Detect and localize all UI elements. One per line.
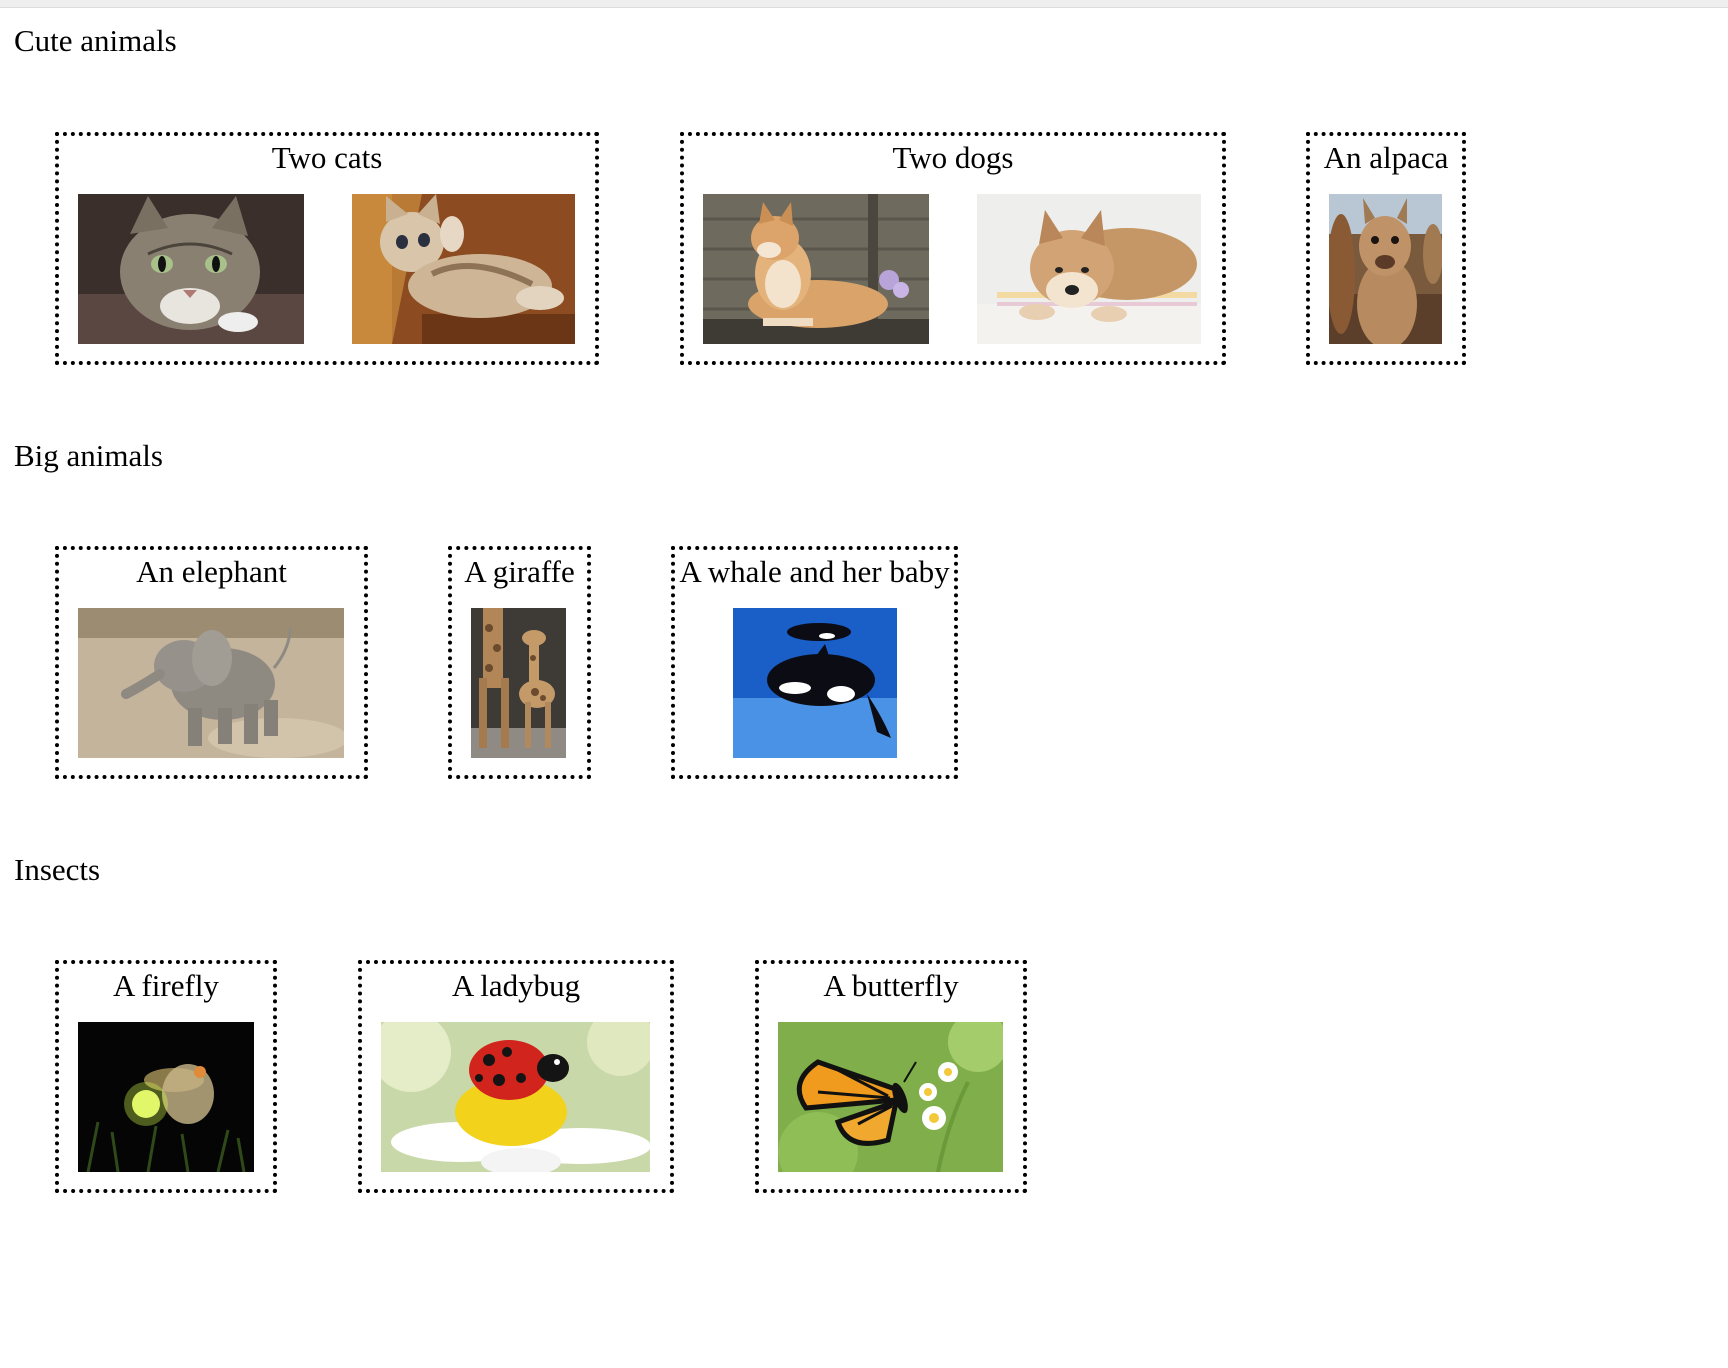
figure-two-dogs: Two dogs bbox=[680, 132, 1226, 365]
figure-caption: Two cats bbox=[271, 140, 383, 175]
figure-caption: A giraffe bbox=[464, 554, 575, 589]
figure-caption: A ladybug bbox=[451, 968, 581, 1003]
figure-butterfly: A butterfly bbox=[755, 960, 1027, 1193]
tabby-cat-image bbox=[78, 194, 304, 344]
figure-caption: Two dogs bbox=[892, 140, 1014, 175]
baby-elephant-image bbox=[78, 608, 344, 758]
monarch-butterfly-image bbox=[778, 1022, 1003, 1172]
figure-alpaca: An alpaca bbox=[1306, 132, 1466, 365]
firefly-image bbox=[78, 1022, 254, 1172]
orca-and-calf-image bbox=[733, 608, 897, 758]
giraffes-image bbox=[471, 608, 566, 758]
figure-elephant: An elephant bbox=[55, 546, 368, 779]
figure-caption: An alpaca bbox=[1323, 140, 1449, 175]
shiba-lying-indoors-image bbox=[977, 194, 1201, 344]
figure-firefly: A firefly bbox=[55, 960, 277, 1193]
figure-whale: A whale and her baby bbox=[671, 546, 958, 779]
shiba-lying-outdoors-image bbox=[703, 194, 929, 344]
figure-two-cats: Two cats bbox=[55, 132, 599, 365]
figure-giraffe: A giraffe bbox=[448, 546, 591, 779]
figure-caption: An elephant bbox=[136, 554, 287, 589]
kitten-image bbox=[352, 194, 575, 344]
section-title: Big animals bbox=[14, 438, 163, 473]
ladybug-on-daisy-image bbox=[381, 1022, 650, 1172]
figure-ladybug: A ladybug bbox=[358, 960, 674, 1193]
figure-caption: A firefly bbox=[113, 968, 219, 1003]
section-title: Insects bbox=[14, 852, 101, 887]
browser-top-edge bbox=[0, 0, 1728, 8]
section-title: Cute animals bbox=[14, 23, 177, 58]
figure-caption: A butterfly bbox=[823, 968, 959, 1003]
alpaca-image bbox=[1329, 194, 1442, 344]
figure-caption: A whale and her baby bbox=[679, 554, 950, 589]
